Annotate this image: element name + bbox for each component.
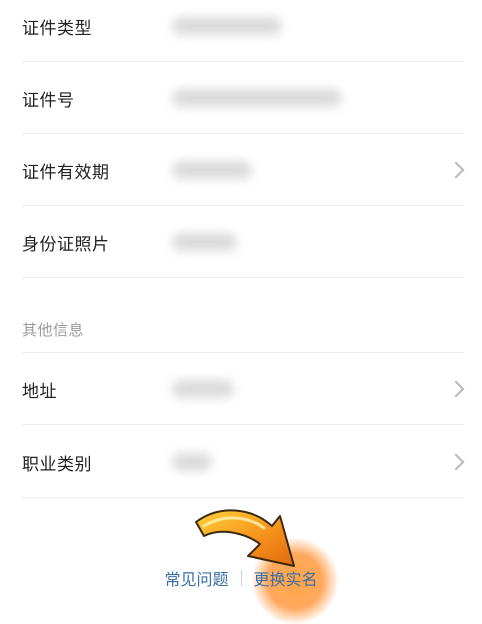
id-number-value [172,89,342,107]
chevron-right-icon [447,380,465,398]
pointer-arrow-icon [195,509,295,567]
other-info-header: 其他信息 [22,320,85,339]
address-label: 地址 [22,381,57,402]
id-photo-row[interactable]: 身份证照片 [22,206,464,278]
address-row[interactable]: 地址 [22,353,465,425]
occupation-label: 职业类别 [22,454,92,475]
id-validity-value [172,161,252,179]
chevron-right-icon [447,161,465,179]
address-value [172,380,234,398]
id-validity-row[interactable]: 证件有效期 [22,134,465,206]
id-type-label: 证件类型 [22,18,92,39]
id-number-label: 证件号 [22,90,75,111]
chevron-right-icon [447,453,465,471]
id-validity-label: 证件有效期 [22,162,110,183]
occupation-value [172,453,212,471]
occupation-row[interactable]: 职业类别 [22,426,465,498]
id-type-row: 证件类型 [22,0,464,62]
id-photo-value [172,233,237,251]
id-photo-label: 身份证照片 [22,234,110,255]
divider [22,277,464,278]
id-number-row: 证件号 [22,62,464,134]
divider [22,424,464,425]
id-type-value [172,17,282,35]
